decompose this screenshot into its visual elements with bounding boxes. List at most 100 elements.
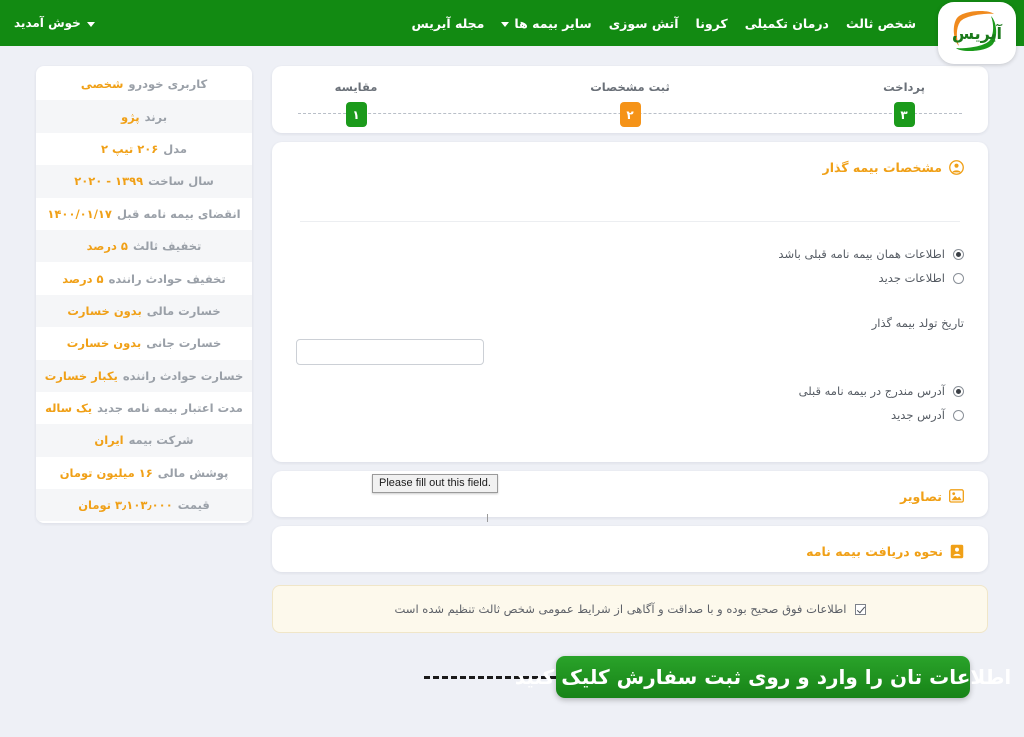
nav-link-label: شخص ثالث [845,15,916,31]
radio-indicator[interactable] [953,385,964,397]
main-column: پرداخت ۳ ثبت مشخصات ۲ مقایسه ۱ مشخصات بی… [272,66,988,686]
summary-row-year: سال ساخت ۱۳۹۹ - ۲۰۲۰ [36,165,252,198]
summary-value: ۲۰۶ تیپ ۲ [100,141,159,156]
radio-new-info[interactable]: اطلاعات جدید [296,266,964,290]
summary-value: ۱۶ میلیون تومان [59,465,153,480]
summary-label: خسارت مالی [146,303,221,318]
delivery-section-title: نحوه دریافت بیمه نامه [806,543,943,559]
image-icon [949,489,964,503]
summary-label: قیمت [177,498,210,513]
summary-value: پژو [120,109,140,124]
top-navbar: آیریس شخص ثالث درمان تکمیلی کرونا آتش سو… [0,0,1024,64]
nav-link-third-party[interactable]: شخص ثالث [846,16,916,31]
insurer-details-card: مشخصات بیمه گذار اطلاعات همان بیمه نامه … [272,142,988,522]
summary-label: کاربری خودرو [128,77,208,92]
step-label: ثبت مشخصات [590,80,670,94]
summary-label: مدت اعتبار بیمه نامه جدید [97,401,243,416]
nav-link-label: سایر بیمه ها [514,15,592,31]
summary-row-expiry: انقضای بیمه نامه قبل ۱۴۰۰/۰۱/۱۷ [36,198,252,230]
summary-label: انقضای بیمه نامه قبل [116,206,241,221]
nav-link-iris-magazine[interactable]: مجله آیریس [412,16,485,31]
summary-label: برند [144,109,168,124]
address-radio-group: آدرس مندرج در بیمه نامه قبلی آدرس جدید [296,379,964,427]
summary-value: ایران [94,433,124,448]
step-label: پرداخت [883,80,925,94]
summary-label: شرکت بیمه [128,433,194,448]
summary-value: ۱۴۰۰/۰۱/۱۷ [47,206,112,221]
summary-row-brand: برند پژو [36,100,252,133]
nav-link-label: مجله آیریس [411,15,485,31]
delivery-section-header[interactable]: نحوه دریافت بیمه نامه [806,540,964,559]
nav-link-supplementary-treatment[interactable]: درمان تکمیلی [745,16,829,31]
agreement-box[interactable]: اطلاعات فوق صحیح بوده و با صداقت و آگاهی… [272,585,988,633]
nav-link-fire[interactable]: آتش سوزی [609,16,679,31]
contact-card-icon [950,544,964,559]
radio-previous-policy-info[interactable]: اطلاعات همان بیمه نامه قبلی باشد [296,242,964,266]
page-body: پرداخت ۳ ثبت مشخصات ۲ مقایسه ۱ مشخصات بی… [0,46,1024,737]
summary-label: پوشش مالی [157,465,229,480]
content-wrapper: پرداخت ۳ ثبت مشخصات ۲ مقایسه ۱ مشخصات بی… [36,66,988,686]
summary-value: ۳٫۱۰۳٫۰۰۰ تومان [78,498,173,513]
summary-row-financial-coverage: پوشش مالی ۱۶ میلیون تومان [36,457,252,489]
summary-row-validity-period: مدت اعتبار بیمه نامه جدید یک ساله [36,392,252,424]
annotation-banner: اطلاعات تان را وارد و روی ثبت سفارش کلیک… [515,656,1012,698]
summary-value: ۵ درصد [86,239,128,254]
insurer-section-title: مشخصات بیمه گذار [822,160,942,175]
insurer-section-header[interactable]: مشخصات بیمه گذار [296,156,964,175]
validation-tooltip-stem [487,514,488,522]
summary-row-driver-accident-discount: تخفیف حوادث راننده ۵ درصد [36,262,252,294]
validation-tooltip: Please fill out this field. [372,474,498,493]
logo-text: آیریس [951,23,1003,43]
user-welcome-menu[interactable]: خوش آمدید [0,16,95,30]
summary-value: بدون خسارت [66,336,142,351]
step-number: ۳ [893,102,915,127]
chevron-down-icon [86,21,95,27]
summary-label: تخفیف حوادث راننده [108,271,226,286]
radio-label: اطلاعات همان بیمه نامه قبلی باشد [778,247,945,261]
nav-link-corona[interactable]: کرونا [696,16,728,31]
step-payment[interactable]: پرداخت ۳ [844,66,964,127]
radio-label: آدرس جدید [891,408,945,422]
summary-value: ۱۳۹۹ - ۲۰۲۰ [74,174,144,189]
birthdate-input[interactable] [296,339,484,365]
welcome-label: خوش آمدید [14,16,81,30]
delivery-method-section[interactable]: نحوه دریافت بیمه نامه [272,526,988,572]
radio-previous-address[interactable]: آدرس مندرج در بیمه نامه قبلی [296,379,964,403]
radio-indicator[interactable] [953,409,964,421]
summary-row-company: شرکت بیمه ایران [36,424,252,457]
radio-label: آدرس مندرج در بیمه نامه قبلی [798,384,945,398]
summary-value: بدون خسارت [67,303,142,318]
agreement-label: اطلاعات فوق صحیح بوده و با صداقت و آگاهی… [394,602,847,616]
radio-label: اطلاعات جدید [878,271,945,285]
summary-row-usage: کاربری خودرو شخصی [36,68,252,100]
nav-link-label: درمان تکمیلی [744,15,829,31]
nav-link-other-insurances[interactable]: سایر بیمه ها [501,15,592,31]
agreement-checkbox[interactable] [854,603,866,615]
summary-row-third-party-discount: تخفیف ثالث ۵ درصد [36,229,252,263]
step-label: مقایسه [334,80,378,94]
summary-label: مدل [163,141,188,156]
chevron-down-icon [501,21,510,27]
info-source-radio-group: اطلاعات همان بیمه نامه قبلی باشد اطلاعات… [296,242,964,290]
summary-label: خسارت جانی [146,336,222,351]
radio-indicator[interactable] [953,248,964,260]
summary-value: ۵ درصد [62,271,104,286]
images-section-title: تصاویر [900,488,942,504]
nav-links: شخص ثالث درمان تکمیلی کرونا آتش سوزی سای… [412,16,920,31]
summary-value: شخصی [80,77,124,92]
summary-label: خسارت حوادث راننده [122,368,244,383]
summary-row-model: مدل ۲۰۶ تیپ ۲ [36,133,252,165]
stepper-steps: پرداخت ۳ ثبت مشخصات ۲ مقایسه ۱ [296,66,964,133]
images-section-header[interactable]: تصاویر [900,485,964,504]
user-circle-icon [949,160,964,175]
radio-new-address[interactable]: آدرس جدید [296,403,964,427]
radio-indicator[interactable] [953,272,964,284]
step-compare[interactable]: مقایسه ۱ [296,66,416,127]
nav-link-label: آتش سوزی [608,15,679,31]
step-register-details[interactable]: ثبت مشخصات ۲ [570,66,690,127]
policy-summary-sidebar: کاربری خودرو شخصی برند پژو مدل ۲۰۶ تیپ ۲… [36,66,252,524]
birthdate-label: تاریخ تولد بیمه گذار [871,316,964,330]
step-number: ۱ [345,102,367,127]
progress-stepper: پرداخت ۳ ثبت مشخصات ۲ مقایسه ۱ [272,66,988,133]
site-logo[interactable]: آیریس [938,2,1016,64]
